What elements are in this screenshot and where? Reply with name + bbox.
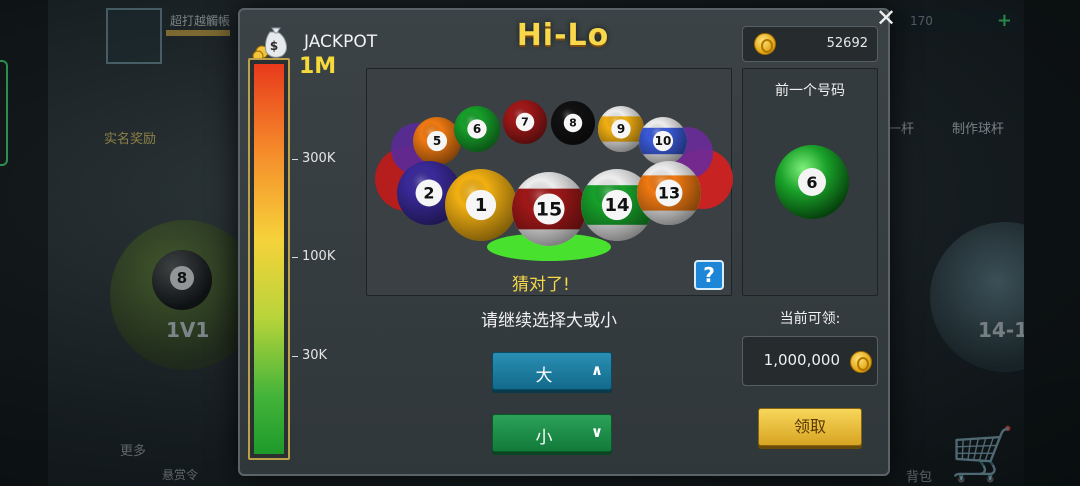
close-icon[interactable]: ✕ [874, 6, 898, 30]
higher-button[interactable]: 大 ∧ [492, 352, 612, 390]
previous-number-label: 前一个号码 [775, 83, 845, 99]
pool-ball-9: 9 [598, 106, 644, 152]
help-button[interactable]: ? [694, 260, 724, 290]
event-progress [166, 30, 230, 36]
more-label: 更多 [120, 444, 147, 459]
event-thumbnail[interactable] [106, 8, 162, 64]
pool-ball-number: 7 [521, 116, 529, 129]
jackpot-meter [248, 58, 290, 460]
pool-ball-10: 10 [639, 117, 687, 165]
claimable-label: 当前可领: [779, 311, 841, 327]
jackpot-label: JACKPOT [304, 32, 378, 52]
mode-14-1-label: 14-1 [978, 318, 1029, 342]
chevron-down-icon: ∨ [590, 423, 603, 441]
jackpot-top-value: 1M [299, 54, 337, 79]
add-coins-icon[interactable]: + [997, 10, 1012, 32]
one-cue-label: 一杆 [888, 122, 915, 137]
pool-ball-number: 14 [604, 195, 629, 216]
pool-ball-8: 8 [551, 101, 595, 145]
meter-tick [292, 257, 298, 259]
meter-tick [292, 158, 298, 160]
previous-ball-number: 6 [806, 173, 817, 192]
right-edge [1024, 0, 1080, 486]
event-title: 超打越觸帳 [170, 14, 231, 28]
mode-1v1-label: 1V1 [166, 318, 210, 342]
award-label: 实名奖励 [104, 132, 157, 147]
lobby-coin-bar: 170 + [890, 10, 1020, 32]
side-drawer-tab[interactable] [0, 60, 8, 166]
previous-number-panel: 6 [742, 68, 878, 296]
pool-ball-number: 10 [655, 134, 672, 148]
pool-ball-7: 7 [503, 100, 547, 144]
eight-ball-icon [152, 250, 212, 310]
pool-ball-number: 1 [475, 195, 488, 216]
claim-button[interactable]: 领取 [758, 408, 862, 446]
claimable-value: 1,000,000 [763, 351, 840, 369]
craft-cue-label: 制作球杆 [952, 122, 1005, 137]
guess-result-text: 猜对了! [512, 275, 570, 295]
svg-text:$: $ [270, 39, 278, 53]
bag-label: 背包 [906, 470, 933, 485]
pool-ball-13: 13 [637, 161, 701, 225]
bounty-label: 悬赏令 [162, 468, 199, 482]
previous-ball: 6 [775, 145, 849, 219]
pool-ball-6: 6 [454, 106, 500, 152]
pool-ball-5: 5 [413, 117, 461, 165]
higher-label: 大 [535, 366, 553, 386]
meter-tick [292, 355, 298, 357]
shop-cart-icon[interactable]: 🛒 [950, 424, 1015, 485]
meter-tick-label: 100K [302, 249, 336, 265]
pool-ball-number: 9 [617, 122, 625, 136]
coin-icon [754, 33, 776, 55]
chevron-up-icon: ∧ [590, 361, 603, 379]
jackpot-meter-fill [254, 64, 284, 454]
pool-ball-number: 2 [423, 183, 434, 202]
pool-ball-15: 15 [512, 172, 586, 246]
money-bag-icon: $ [252, 27, 288, 62]
lobby-coins: 170 [910, 14, 933, 28]
meter-tick-label: 30K [302, 347, 328, 363]
meter-tick-label: 300K [302, 150, 336, 166]
lower-label: 小 [535, 428, 553, 448]
coin-icon [850, 351, 872, 373]
dialog-title: Hi-Lo [516, 18, 610, 53]
pool-ball-number: 6 [473, 122, 481, 136]
pool-ball-number: 15 [536, 198, 562, 220]
pool-ball-number: 13 [658, 183, 680, 202]
pool-ball-number: 8 [569, 117, 577, 130]
pool-balls-ring: 5 6 7 8 9 10 2 1 15 14 13 [375, 100, 733, 261]
game-screen: 超打越觸帳 170 + 实名奖励 1V1 14-1 一杆 制作球杆 更多 悬赏令… [0, 0, 1080, 486]
ball-display-panel: 5 6 7 8 9 10 2 1 15 14 13 [366, 68, 733, 296]
pool-ball-1: 1 [445, 169, 517, 241]
pool-ball-number: 5 [433, 134, 441, 148]
lower-button[interactable]: 小 ∨ [492, 414, 612, 452]
choose-prompt: 请继续选择大或小 [481, 311, 617, 331]
coin-balance: 52692 [826, 36, 868, 51]
